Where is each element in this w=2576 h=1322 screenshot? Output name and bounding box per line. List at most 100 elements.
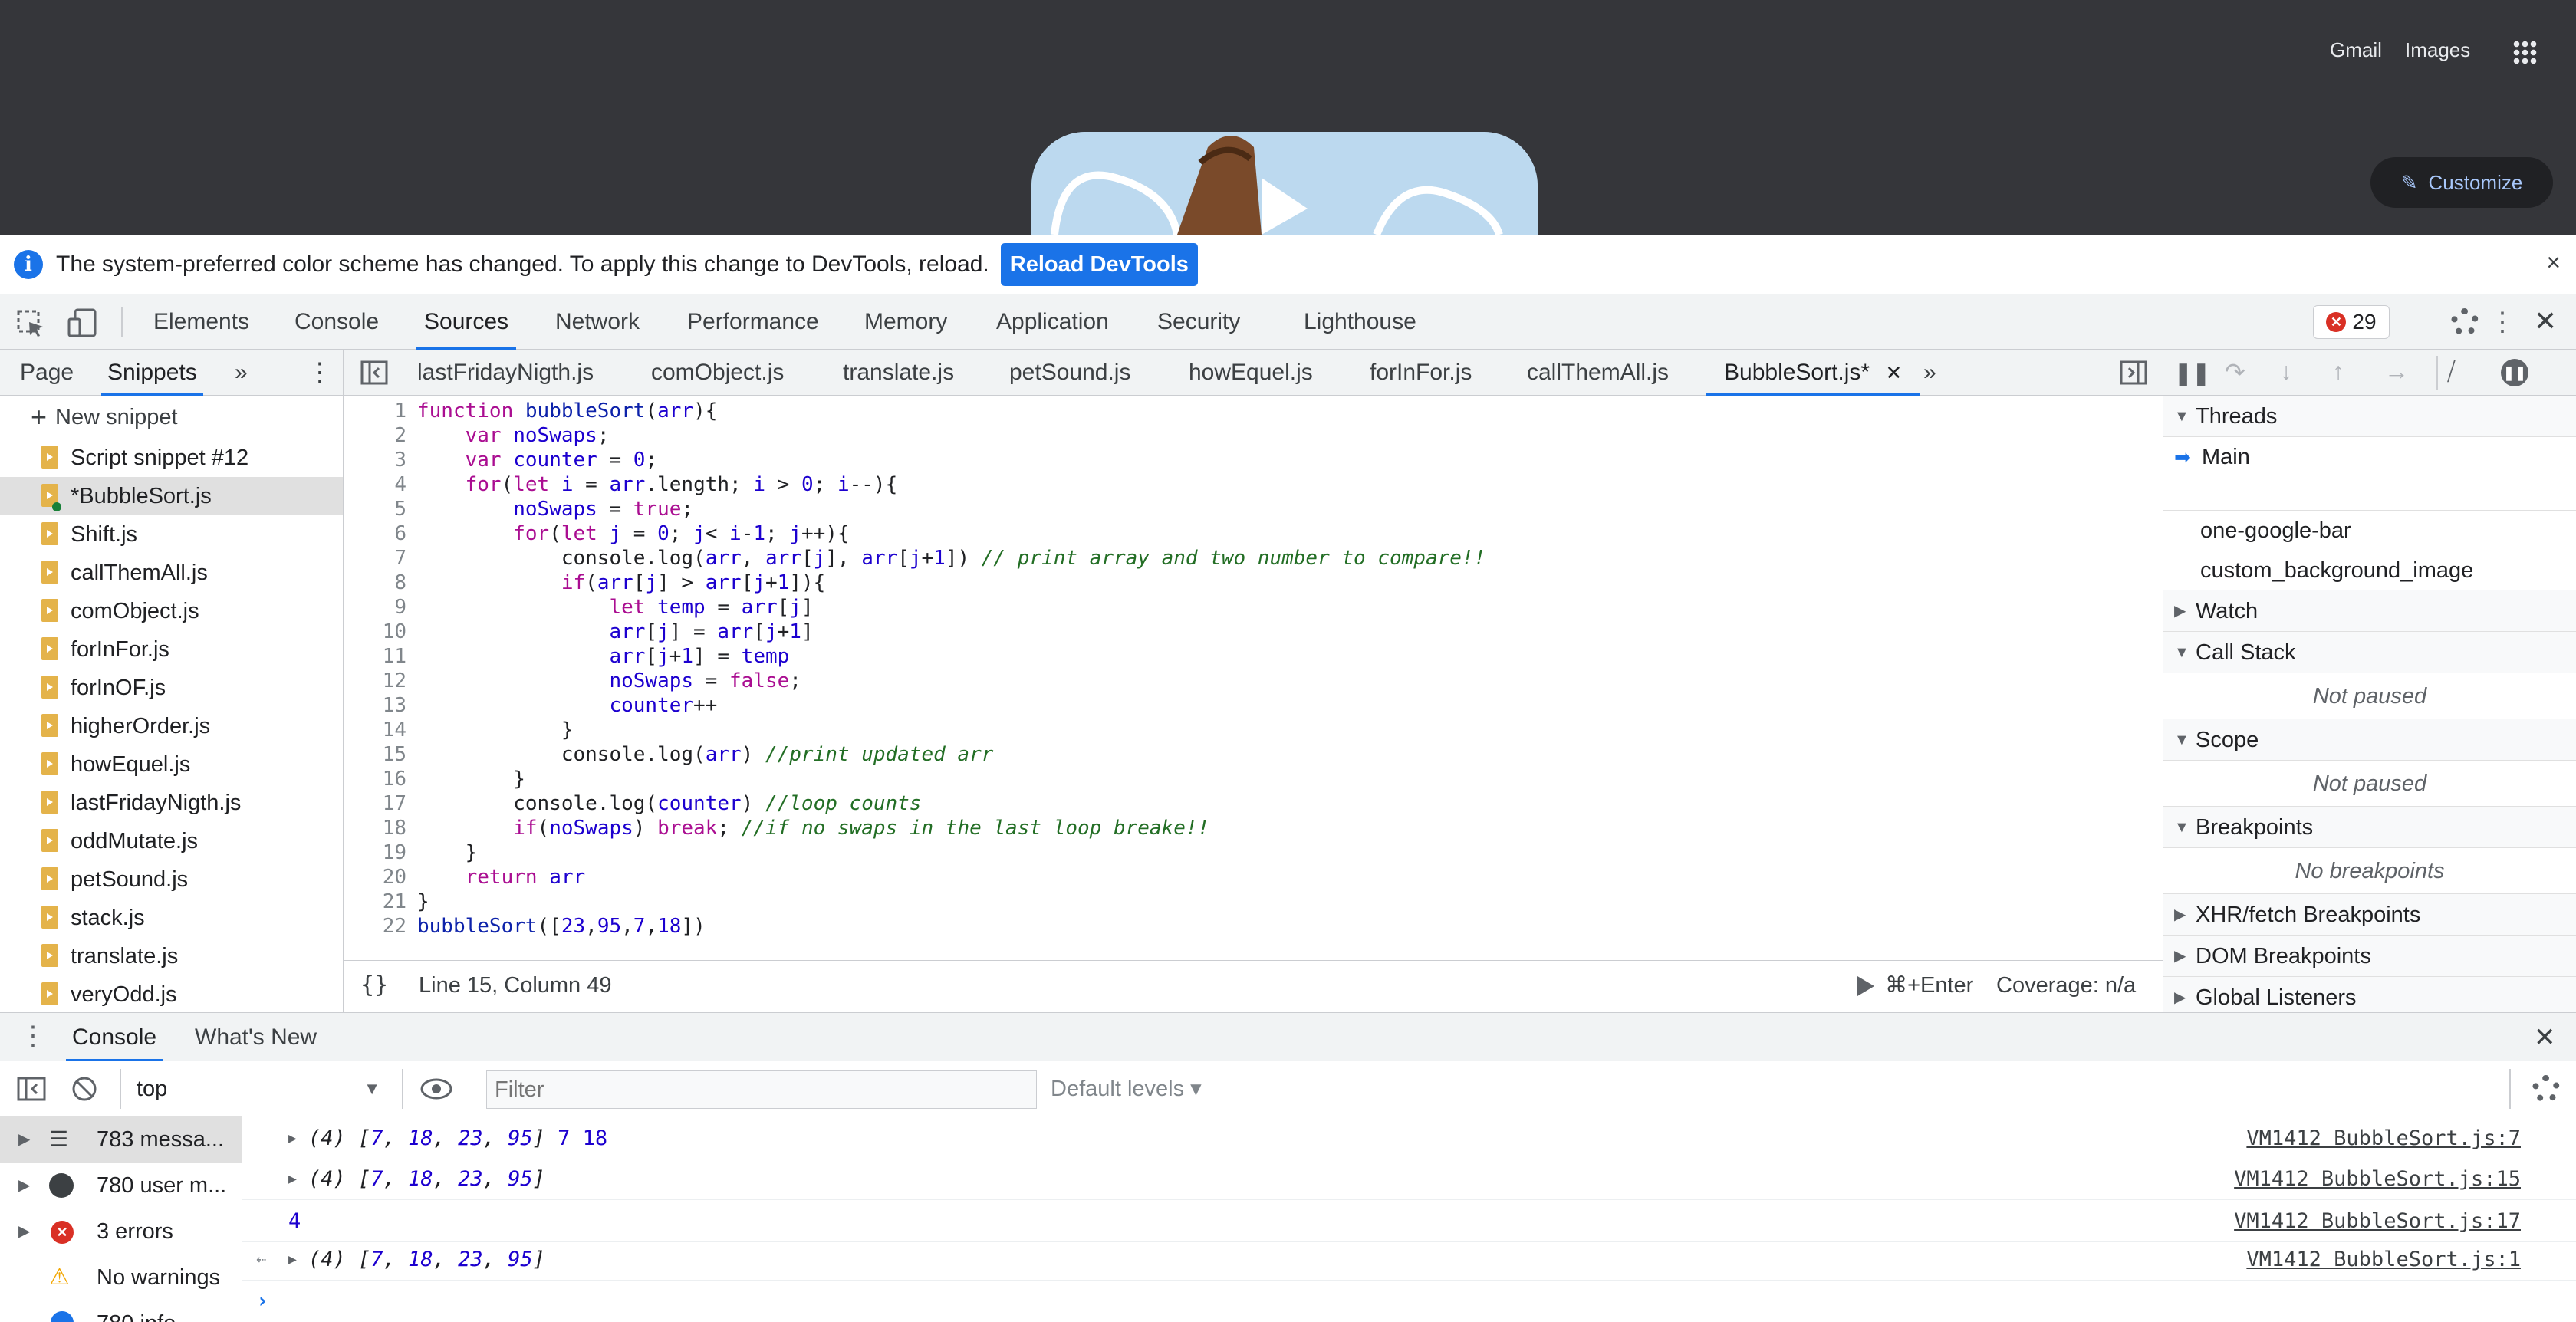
close-tab-icon[interactable]: ✕ (1885, 361, 1902, 384)
code-line[interactable]: 10 arr[j] = arr[j+1] (344, 620, 814, 644)
code-line[interactable]: 13 counter++ (344, 693, 718, 718)
code-line[interactable]: 5 noSwaps = true; (344, 497, 693, 521)
code-line[interactable]: 18 if(noSwaps) break; //if no swaps in t… (344, 816, 1209, 840)
more-tabs-icon[interactable]: » (1923, 350, 1936, 396)
code-line[interactable]: 21} (344, 890, 429, 914)
tab-page[interactable]: Page (20, 350, 74, 396)
editor-tab-active[interactable]: BubbleSort.js* ✕ (1705, 350, 1921, 396)
pause-icon[interactable]: ❚❚ (2174, 360, 2210, 386)
line-number[interactable]: 5 (344, 497, 417, 521)
thread-item[interactable]: one-google-bar (2163, 511, 2576, 551)
expand-triangle-icon[interactable]: ▶ (288, 1239, 297, 1281)
line-number[interactable]: 22 (344, 914, 417, 939)
tab-memory[interactable]: Memory (864, 294, 947, 350)
editor-tab[interactable]: lastFridayNigth.js (417, 350, 594, 396)
source-link[interactable]: VM1412 BubbleSort.js:17 (2234, 1201, 2521, 1242)
source-link[interactable]: VM1412 BubbleSort.js:15 (2234, 1159, 2521, 1200)
clear-console-icon[interactable] (71, 1075, 98, 1103)
snippet-item[interactable]: Script snippet #12 (0, 439, 343, 477)
global-listeners-header[interactable]: ▶ Global Listeners (2163, 977, 2576, 1012)
line-number[interactable]: 2 (344, 423, 417, 448)
call-stack-header[interactable]: ▼ Call Stack (2163, 632, 2576, 673)
tab-elements[interactable]: Elements (153, 294, 249, 350)
line-number[interactable]: 9 (344, 595, 417, 620)
snippet-item[interactable]: higherOrder.js (0, 707, 343, 745)
code-line[interactable]: 2 var noSwaps; (344, 423, 609, 448)
close-icon[interactable]: × (2546, 248, 2561, 277)
snippet-item[interactable]: stack.js (0, 899, 343, 937)
more-tabs-icon[interactable]: » (235, 350, 248, 396)
code-line[interactable]: 11 arr[j+1] = temp (344, 644, 790, 669)
code-line[interactable]: 3 var counter = 0; (344, 448, 657, 472)
snippet-item[interactable]: callThemAll.js (0, 554, 343, 592)
editor-tab[interactable]: callThemAll.js (1527, 350, 1669, 396)
snippet-item[interactable]: translate.js (0, 937, 343, 975)
line-number[interactable]: 21 (344, 890, 417, 914)
snippet-item[interactable]: Shift.js (0, 515, 343, 554)
editor-tab[interactable]: howEquel.js (1189, 350, 1313, 396)
snippet-item[interactable]: veryOdd.js (0, 975, 343, 1012)
drawer-tab-console[interactable]: Console (65, 1013, 163, 1062)
step-out-icon[interactable]: ↑ (2332, 357, 2344, 386)
kebab-menu-icon[interactable]: ⋮ (2489, 307, 2515, 337)
sidebar-messages[interactable]: ▶ ☰ 783 messa... (0, 1116, 242, 1163)
toggle-navigator-icon[interactable] (360, 360, 388, 385)
editor-tab[interactable]: forInFor.js (1370, 350, 1472, 396)
sidebar-info[interactable]: 780 info (0, 1301, 242, 1322)
line-number[interactable]: 12 (344, 669, 417, 693)
close-drawer-icon[interactable]: ✕ (2534, 1022, 2556, 1053)
sidebar-errors[interactable]: ▶ ✕ 3 errors (0, 1209, 242, 1255)
code-line[interactable]: 6 for(let j = 0; j< i-1; j++){ (344, 521, 849, 546)
code-line[interactable]: 7 console.log(arr, arr[j], arr[j+1]) // … (344, 546, 1485, 571)
reload-devtools-button[interactable]: Reload DevTools (1000, 242, 1198, 286)
snippet-item[interactable]: comObject.js (0, 592, 343, 630)
sidebar-user-messages[interactable]: ▶ 780 user m... (0, 1163, 242, 1209)
thread-item[interactable]: custom_background_image (2163, 551, 2576, 590)
snippet-item[interactable]: howEquel.js (0, 745, 343, 784)
console-settings-gear-icon[interactable] (2532, 1075, 2560, 1103)
snippet-item[interactable]: forInFor.js (0, 630, 343, 669)
error-count-badge[interactable]: ✕ 29 (2313, 305, 2390, 339)
images-link[interactable]: Images (2405, 38, 2470, 62)
doodle-image[interactable] (1031, 132, 1538, 235)
code-editor[interactable]: 1 function bubbleSort(arr){2 var noSwaps;… (344, 396, 2163, 960)
editor-tab[interactable]: petSound.js (1009, 350, 1130, 396)
tab-network[interactable]: Network (555, 294, 640, 350)
step-over-icon[interactable]: ↷ (2225, 357, 2245, 386)
line-number[interactable]: 20 (344, 865, 417, 890)
step-icon[interactable]: → (2384, 357, 2409, 386)
line-number[interactable]: 3 (344, 448, 417, 472)
line-number[interactable]: 8 (344, 571, 417, 595)
xhr-breakpoints-header[interactable]: ▶ XHR/fetch Breakpoints (2163, 894, 2576, 936)
editor-tab[interactable]: comObject.js (651, 350, 784, 396)
code-line[interactable]: 19 } (344, 840, 478, 865)
expand-triangle-icon[interactable]: ▶ (288, 1118, 297, 1159)
line-number[interactable]: 13 (344, 693, 417, 718)
snippet-item[interactable]: forInOF.js (0, 669, 343, 707)
console-sidebar-toggle-icon[interactable] (17, 1077, 46, 1101)
line-number[interactable]: 15 (344, 742, 417, 767)
console-prompt[interactable]: › (242, 1281, 2576, 1322)
log-levels-dropdown[interactable]: Default levels ▾ (1051, 1075, 1202, 1102)
editor-tab[interactable]: translate.js (843, 350, 954, 396)
tab-snippets[interactable]: Snippets (101, 350, 203, 396)
context-selector[interactable]: top ▼ (130, 1069, 391, 1109)
inspect-element-icon[interactable] (17, 310, 44, 337)
code-line[interactable]: 20 return arr (344, 865, 585, 890)
snippet-item[interactable]: oddMutate.js (0, 822, 343, 860)
gmail-link[interactable]: Gmail (2330, 38, 2382, 62)
tab-lighthouse[interactable]: Lighthouse (1304, 294, 1416, 350)
code-line[interactable]: 15 console.log(arr) //print updated arr (344, 742, 994, 767)
code-line[interactable]: 1 function bubbleSort(arr){ (344, 399, 717, 423)
sidebar-warnings[interactable]: ⚠ No warnings (0, 1255, 242, 1301)
code-line[interactable]: 17 console.log(counter) //loop counts (344, 791, 922, 816)
line-number[interactable]: 11 (344, 644, 417, 669)
code-line[interactable]: 9 let temp = arr[j] (344, 595, 813, 620)
thread-main[interactable]: ➡ Main (2163, 437, 2576, 477)
source-link[interactable]: VM1412 BubbleSort.js:7 (2246, 1118, 2521, 1159)
snippet-item[interactable]: lastFridayNigth.js (0, 784, 343, 822)
line-number[interactable]: 14 (344, 718, 417, 742)
console-filter-input[interactable] (486, 1070, 1037, 1109)
dom-breakpoints-header[interactable]: ▶ DOM Breakpoints (2163, 936, 2576, 977)
code-line[interactable]: 14 } (344, 718, 574, 742)
